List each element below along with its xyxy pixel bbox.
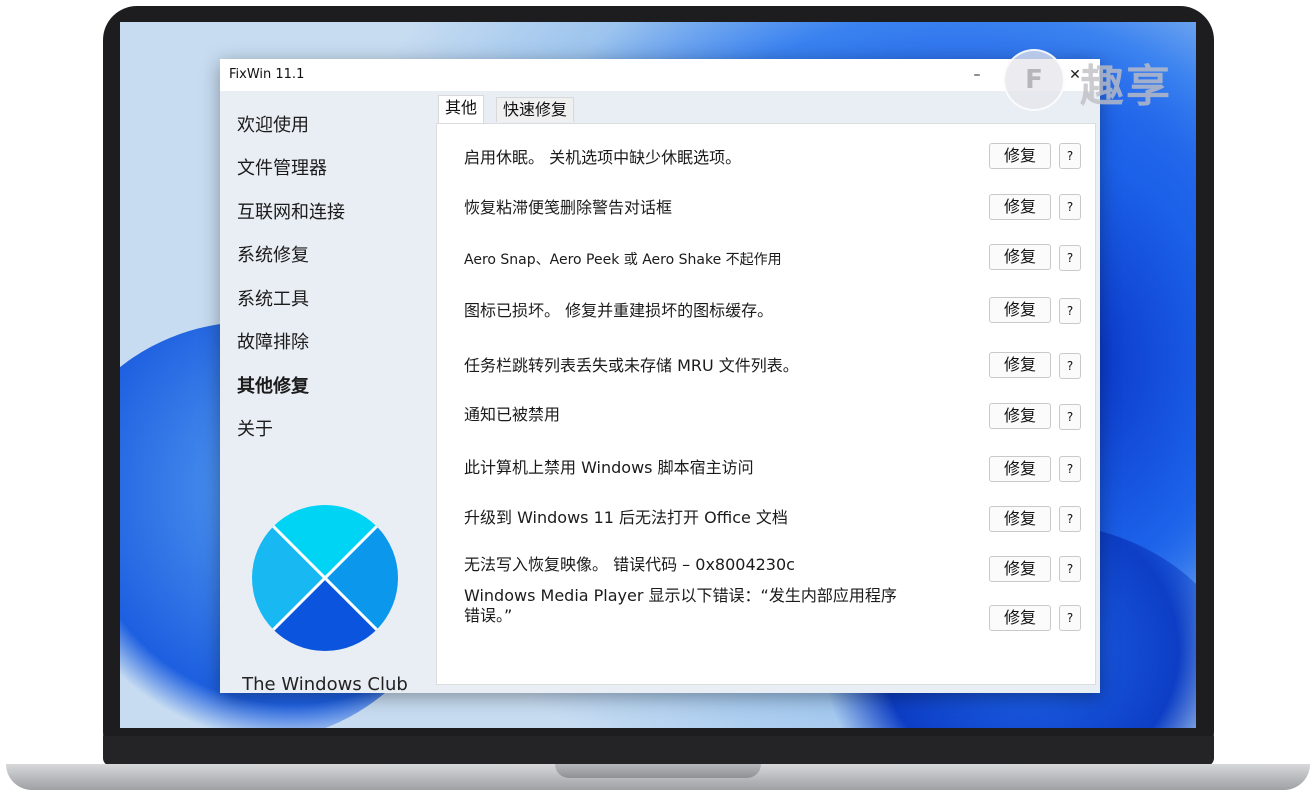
sidebar-item-internet[interactable]: 互联网和连接 xyxy=(237,198,345,224)
windows-club-text: The Windows Club xyxy=(242,674,408,695)
fix-row-label: 恢复粘滞便笺删除警告对话框 xyxy=(464,198,673,217)
sidebar-item-about[interactable]: 关于 xyxy=(237,415,273,441)
screen-bezel xyxy=(103,736,1214,766)
fix-button[interactable]: 修复 xyxy=(989,456,1051,482)
sidebar-item-system-fixes[interactable]: 系统修复 xyxy=(237,241,309,267)
fix-row-label: Windows Media Player 显示以下错误：“发生内部应用程序错误。… xyxy=(464,586,897,625)
fixwin-window: FixWin 11.1 – ✕ 欢迎使用 文件管理器 互联网和连接 系统修复 系… xyxy=(220,59,1100,695)
fix-button[interactable]: 修复 xyxy=(989,297,1051,323)
minimize-icon[interactable]: – xyxy=(962,63,992,87)
fix-row-label: 无法写入恢复映像。 错误代码 – 0x8004230c xyxy=(464,555,795,574)
help-button[interactable]: ? xyxy=(1059,245,1081,271)
fix-row-label: Aero Snap、Aero Peek 或 Aero Shake 不起作用 xyxy=(464,252,782,268)
main-content: 其他 快速修复 启用休眠。 关机选项中缺少休眠选项。 修复 ? 恢复粘滞便笺删除… xyxy=(430,91,1100,693)
tab-quick-fixes[interactable]: 快速修复 xyxy=(496,97,575,122)
fix-row-label: 升级到 Windows 11 后无法打开 Office 文档 xyxy=(464,508,788,527)
help-button[interactable]: ? xyxy=(1059,404,1081,430)
fix-button[interactable]: 修复 xyxy=(989,352,1051,378)
help-button[interactable]: ? xyxy=(1059,506,1081,532)
fix-button[interactable]: 修复 xyxy=(989,605,1051,631)
fix-button[interactable]: 修复 xyxy=(989,244,1051,270)
fix-button[interactable]: 修复 xyxy=(989,143,1051,169)
sidebar-item-system-tools[interactable]: 系统工具 xyxy=(237,285,309,311)
fix-row-label: 此计算机上禁用 Windows 脚本宿主访问 xyxy=(464,458,754,477)
help-button[interactable]: ? xyxy=(1059,605,1081,631)
fix-row-label: 图标已损坏。 修复并重建损坏的图标缓存。 xyxy=(464,301,774,320)
help-button[interactable]: ? xyxy=(1059,556,1081,582)
sidebar-item-welcome[interactable]: 欢迎使用 xyxy=(237,111,309,137)
title-bar: FixWin 11.1 – ✕ xyxy=(220,59,1100,91)
help-button[interactable]: ? xyxy=(1059,194,1081,220)
help-button[interactable]: ? xyxy=(1059,456,1081,482)
sidebar-item-additional-fixes[interactable]: 其他修复 xyxy=(237,372,309,398)
watermark-logo-icon: F xyxy=(1003,49,1065,111)
sidebar-item-file-explorer[interactable]: 文件管理器 xyxy=(237,154,327,180)
laptop-notch xyxy=(555,764,761,778)
fix-row-label: 任务栏跳转列表丢失或未存储 MRU 文件列表。 xyxy=(464,356,799,375)
help-button[interactable]: ? xyxy=(1059,353,1081,379)
fix-button[interactable]: 修复 xyxy=(989,403,1051,429)
windows-club-logo xyxy=(252,505,398,651)
sidebar-item-troubleshooters[interactable]: 故障排除 xyxy=(237,328,309,354)
fix-row-label: 启用休眠。 关机选项中缺少休眠选项。 xyxy=(464,148,742,167)
help-button[interactable]: ? xyxy=(1059,298,1081,324)
sidebar: 欢迎使用 文件管理器 互联网和连接 系统修复 系统工具 故障排除 其他修复 关于… xyxy=(220,91,430,695)
fix-button[interactable]: 修复 xyxy=(989,506,1051,532)
window-title: FixWin 11.1 xyxy=(229,67,305,82)
tab-other[interactable]: 其他 xyxy=(438,95,485,124)
fix-button[interactable]: 修复 xyxy=(989,556,1051,582)
help-button[interactable]: ? xyxy=(1059,143,1081,169)
fix-row-label: 通知已被禁用 xyxy=(464,405,561,424)
fix-button[interactable]: 修复 xyxy=(989,194,1051,220)
watermark-text: 趣享 xyxy=(1080,61,1172,112)
fixes-panel: 启用休眠。 关机选项中缺少休眠选项。 修复 ? 恢复粘滞便笺删除警告对话框 修复… xyxy=(436,123,1096,685)
